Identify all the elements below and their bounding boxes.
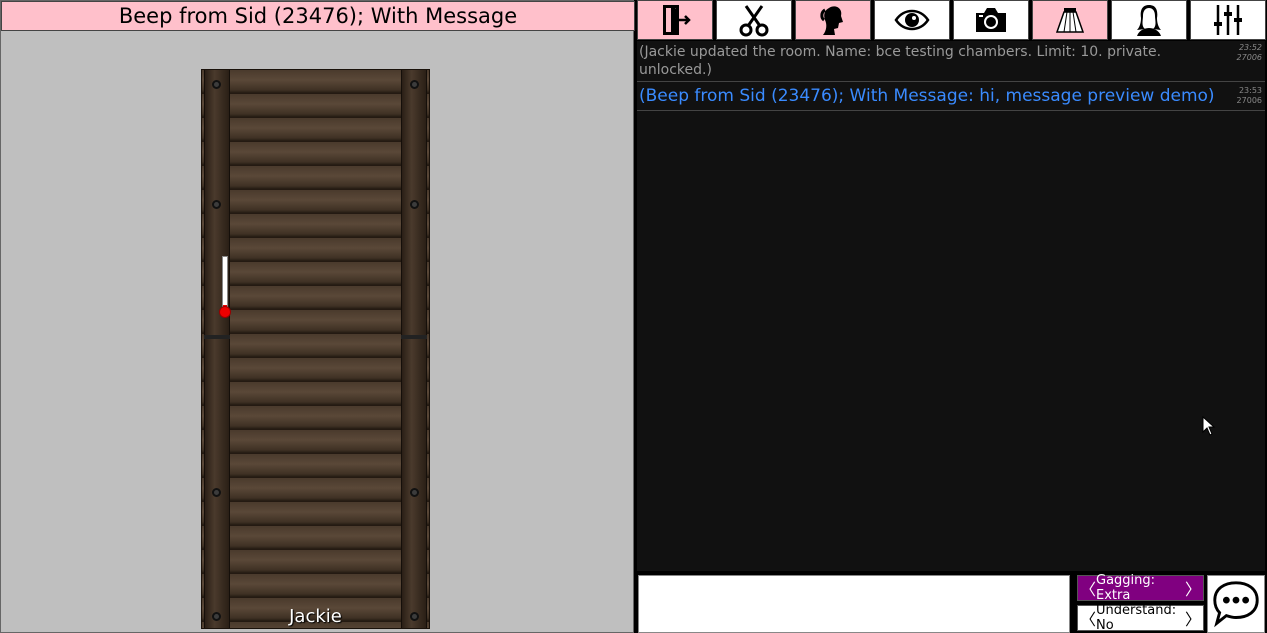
scissors-icon [739, 5, 769, 37]
mouse-cursor-icon [1202, 416, 1216, 436]
chat-message-beep[interactable]: (Beep from Sid (23476); With Message: hi… [637, 82, 1265, 111]
chat-message-timestamp: 23:53 27006 [1237, 86, 1262, 106]
gagging-label: Gagging: Extra [1096, 573, 1156, 603]
settings-button[interactable] [1190, 0, 1266, 40]
chat-panel: (Jackie updated the room. Name: bce test… [637, 0, 1267, 633]
character-name[interactable]: Jackie [202, 606, 429, 628]
timestamp-time: 23:52 [1238, 43, 1262, 52]
hinge-icon [204, 335, 230, 339]
chat-message-text: (Jackie updated the room. Name: bce test… [639, 44, 1162, 78]
understand-label: Understand: No [1096, 603, 1177, 633]
arousal-meter[interactable] [219, 256, 231, 320]
beep-banner[interactable]: Beep from Sid (23476); With Message [1, 1, 635, 31]
chevron-right-icon[interactable]: 〉 [1185, 576, 1201, 600]
chat-input[interactable] [638, 575, 1070, 633]
cut-button[interactable] [716, 0, 792, 40]
chevron-left-icon[interactable]: 〈 [1080, 606, 1096, 630]
timestamp-id: 27006 [1236, 96, 1262, 105]
bolt-icon [212, 488, 221, 497]
chevron-right-icon[interactable]: 〉 [1185, 606, 1201, 630]
skirt-icon [1055, 8, 1085, 33]
timestamp-id: 27006 [1236, 53, 1262, 62]
character-button[interactable] [1111, 0, 1187, 40]
send-message-button[interactable] [1207, 575, 1265, 633]
hinge-icon [401, 335, 427, 339]
chat-log[interactable]: (Jackie updated the room. Name: bce test… [637, 41, 1265, 571]
character-door-image[interactable]: Jackie [201, 69, 430, 629]
bolt-icon [212, 80, 221, 89]
eye-icon [894, 9, 930, 31]
character-icon [1137, 5, 1161, 36]
exit-button[interactable] [637, 0, 713, 40]
speech-bubble-icon [1213, 581, 1259, 628]
chat-message-text: (Beep from Sid (23476); With Message: hi… [639, 86, 1215, 106]
chat-message-timestamp: 23:52 27006 [1237, 43, 1262, 63]
gagging-toggle[interactable]: 〈 Gagging: Extra 〉 [1077, 573, 1204, 603]
camera-button[interactable] [953, 0, 1029, 40]
understand-toggle[interactable]: 〈 Understand: No 〉 [1077, 603, 1204, 633]
arousal-meter-tube [222, 256, 228, 312]
bolt-icon [410, 80, 419, 89]
view-button[interactable] [874, 0, 950, 40]
chevron-left-icon[interactable]: 〈 [1080, 576, 1096, 600]
chat-message-system[interactable]: (Jackie updated the room. Name: bce test… [637, 41, 1265, 82]
bolt-icon [410, 488, 419, 497]
profile-button[interactable] [795, 0, 871, 40]
door-right-post [401, 70, 427, 628]
profile-icon [820, 6, 843, 35]
bolt-icon [212, 200, 221, 209]
timestamp-time: 23:53 [1238, 86, 1262, 95]
bolt-icon [410, 200, 419, 209]
wardrobe-button[interactable] [1032, 0, 1108, 40]
sliders-icon [1214, 5, 1242, 35]
arousal-meter-bulb [219, 306, 231, 318]
top-toolbar [637, 0, 1267, 40]
room-view: Beep from Sid (23476); With Message Jack… [0, 0, 635, 633]
camera-icon [976, 8, 1006, 32]
exit-icon [663, 5, 691, 35]
door-left-post [204, 70, 230, 628]
